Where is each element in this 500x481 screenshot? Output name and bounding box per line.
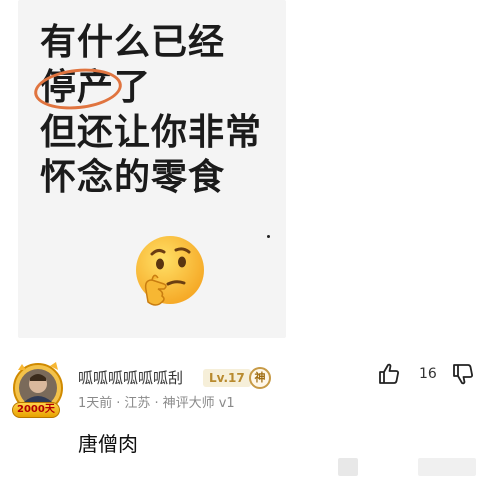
thinking-face-icon — [136, 236, 204, 306]
post-image[interactable]: 有什么已经 停产了 但还让你非常 怀念的零食 — [18, 0, 286, 338]
stray-dot — [267, 235, 270, 238]
comment-meta: 1天前 · 江苏 · 神评大师 v1 — [78, 392, 235, 411]
level-badge: Lv.17 — [203, 369, 251, 387]
headline-line-4: 怀念的零食 — [40, 157, 226, 198]
comment-username[interactable]: 呱呱呱呱呱呱刮 — [78, 367, 183, 388]
blurred-placeholder — [418, 458, 476, 476]
thumbs-up-icon[interactable] — [377, 362, 401, 386]
god-comment-badge: 神 — [249, 367, 271, 389]
meta-separator: · — [116, 396, 121, 411]
comment-time: 1天前 — [78, 396, 113, 411]
avatar-days-badge: 2000天 — [12, 402, 60, 418]
post-headline: 有什么已经 停产了 但还让你非常 怀念的零食 — [32, 20, 290, 200]
like-count: 16 — [419, 366, 437, 382]
headline-line-3: 但还让你非常 — [40, 112, 263, 153]
comment-text: 唐僧肉 — [78, 432, 138, 456]
meta-separator: · — [154, 396, 159, 411]
headline-line-2: 停产了 — [32, 64, 290, 114]
blurred-placeholder — [338, 458, 358, 476]
avatar[interactable]: 2000天 — [10, 360, 66, 420]
comment-location: 江苏 — [124, 396, 151, 411]
comment-user-title: 神评大师 v1 — [162, 396, 235, 411]
thumbs-down-icon[interactable] — [451, 362, 475, 386]
circled-word: 停产 — [32, 64, 124, 114]
headline-line-1: 有什么已经 — [40, 22, 226, 63]
